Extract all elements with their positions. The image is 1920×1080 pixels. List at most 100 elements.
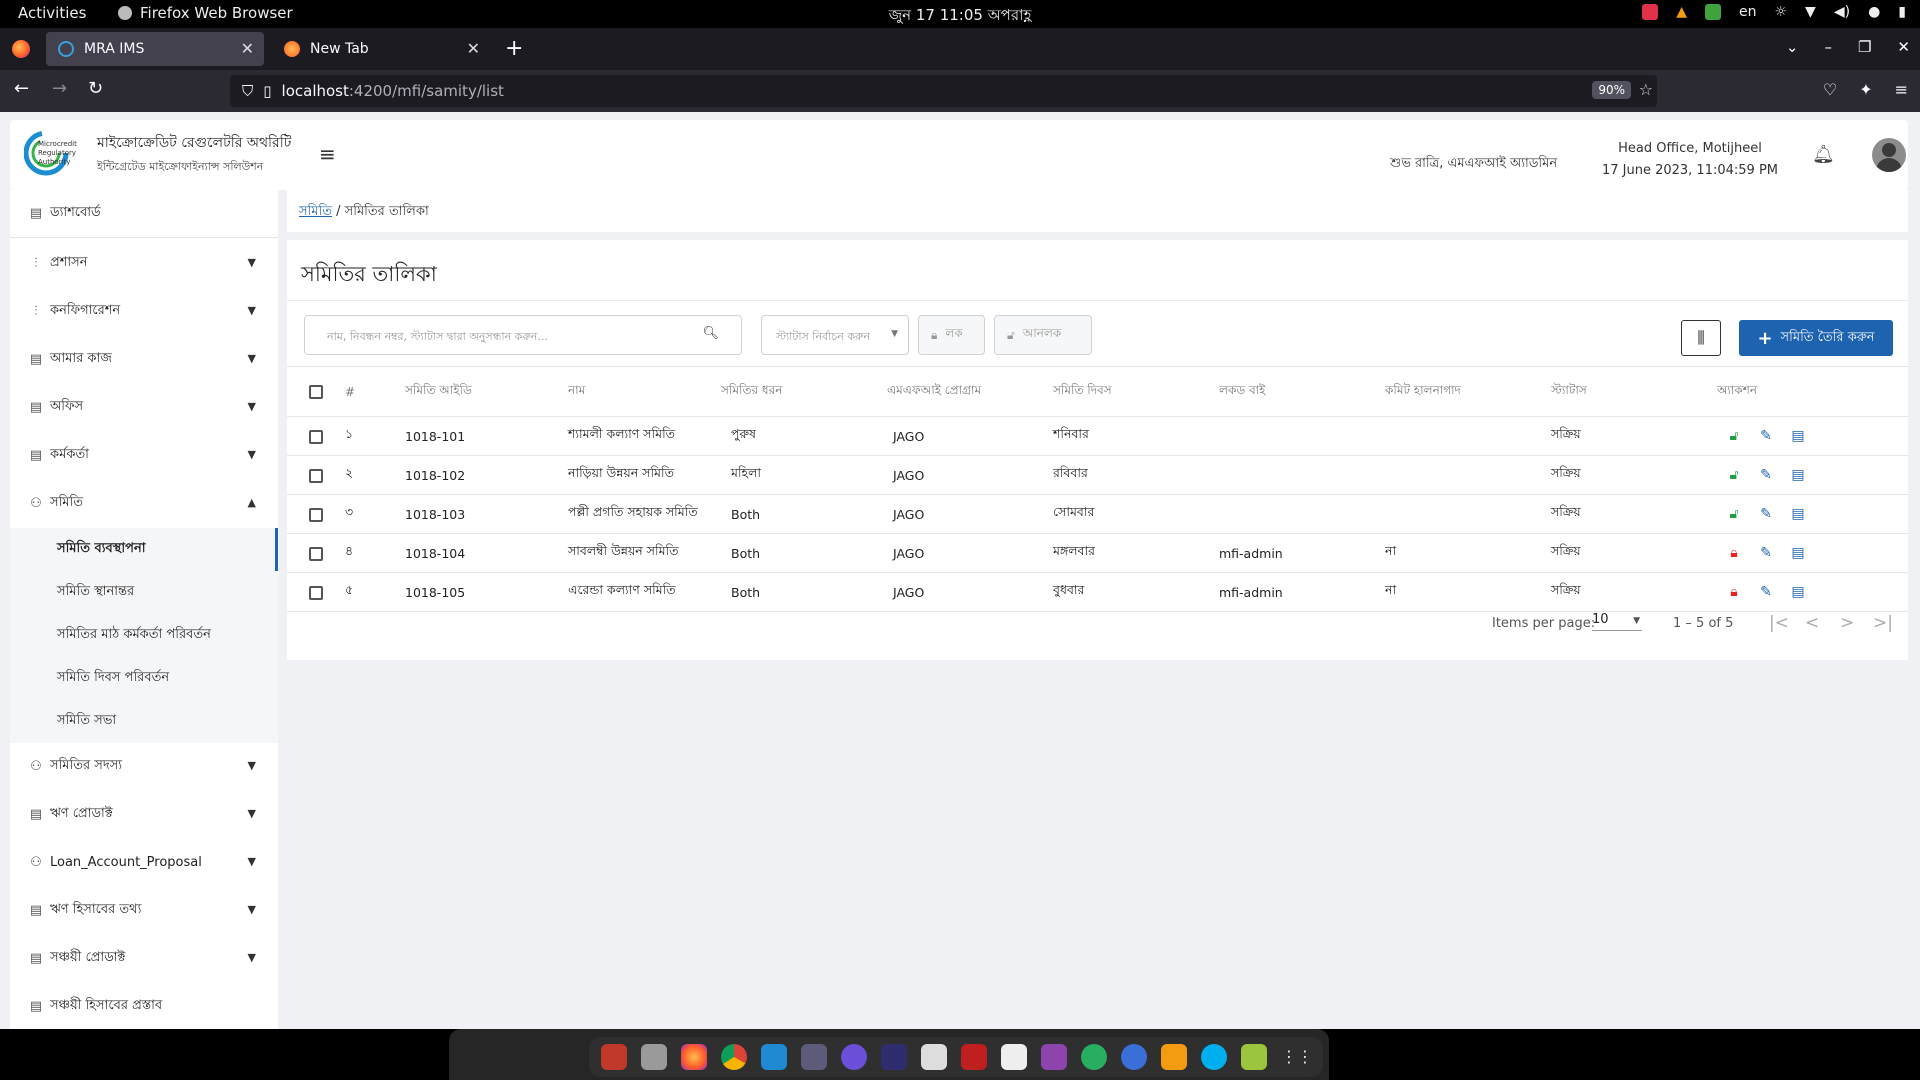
shield-icon[interactable]: ⛉ — [242, 82, 253, 100]
app-icon[interactable] — [1081, 1044, 1107, 1070]
text-editor-icon[interactable] — [1001, 1044, 1027, 1070]
app-icon[interactable] — [601, 1044, 627, 1070]
details-icon[interactable]: ▤ — [1787, 428, 1809, 444]
next-page-icon[interactable]: > — [1840, 613, 1854, 633]
details-icon[interactable]: ▤ — [1787, 467, 1809, 483]
activities-button[interactable]: Activities — [18, 4, 86, 22]
sidebar-item-samity-members[interactable]: ⚇ সমিতির সদস্য ▼ — [10, 743, 278, 791]
sidebar-item-configuration[interactable]: ⫶ কনফিগারেশন ▼ — [10, 288, 278, 336]
app-menu[interactable]: Firefox Web Browser — [118, 4, 293, 22]
app-icon[interactable] — [881, 1044, 907, 1070]
app-icon[interactable] — [801, 1044, 827, 1070]
volume-icon[interactable]: ◀) — [1834, 4, 1850, 20]
sidebar-subitem-samity-day-change[interactable]: সমিতি দিবস পরিবর্তন — [10, 657, 278, 700]
row-checkbox[interactable] — [309, 546, 323, 561]
firefox-menu-icon[interactable] — [12, 40, 30, 58]
edit-icon[interactable]: ✎ — [1755, 545, 1777, 561]
search-icon[interactable]: 🔍︎ — [702, 326, 719, 341]
edit-icon[interactable]: ✎ — [1755, 584, 1777, 600]
vlc-tray-icon[interactable]: ▲ — [1676, 4, 1687, 20]
table-row[interactable]: ৩ 1018-103 পল্লী প্রগতি সহায়ক সমিতি Both JA… — [287, 494, 1908, 534]
sidebar-item-administration[interactable]: ⫶ প্রশাসন ▼ — [10, 240, 278, 288]
col-header-samity-day[interactable]: সমিতি দিবস — [1053, 366, 1219, 417]
show-apps-icon[interactable]: ⋮⋮ — [1281, 1044, 1313, 1070]
lock-icon[interactable]: 🔒︎ — [1723, 545, 1745, 561]
table-row[interactable]: ২ 1018-102 নাড়িয়া উন্নয়ন সমিতি মহিলা JAGO… — [287, 455, 1908, 495]
column-settings-button[interactable]: ⫼ — [1681, 320, 1721, 356]
sidebar-subitem-field-officer-change[interactable]: সমিতির মাঠ কর্মকর্তা পরিবর্তন — [10, 614, 278, 657]
close-tab-icon[interactable]: ✕ — [241, 39, 254, 58]
minimize-icon[interactable]: – — [1824, 38, 1832, 56]
wifi-icon[interactable]: ▼ — [1805, 4, 1816, 20]
table-row[interactable]: ১ 1018-101 শ্যামলী কল্যাণ সমিতি পুরুষ JAGO শন… — [287, 416, 1908, 456]
files-icon[interactable] — [641, 1044, 667, 1070]
vscode-icon[interactable] — [761, 1044, 787, 1070]
sidebar-item-loan-account-info[interactable]: ▤ ঋণ হিসাবের তথ্য ▼ — [10, 887, 278, 935]
pocket-icon[interactable]: ♡ — [1823, 80, 1837, 99]
row-checkbox[interactable] — [309, 507, 323, 522]
menu-toggle-icon[interactable]: ≡ — [319, 142, 336, 166]
page-size-select[interactable]: 10 ▼ — [1592, 612, 1642, 631]
mic-icon[interactable]: ● — [1868, 4, 1880, 20]
new-tab-button[interactable]: + — [505, 36, 523, 61]
restore-icon[interactable]: ❐ — [1858, 38, 1871, 56]
forward-icon[interactable]: → — [52, 78, 67, 99]
reload-icon[interactable]: ↻ — [88, 78, 103, 99]
address-bar[interactable]: ⛉ ▯ localhost:4200/mfi/samity/list 90% ☆ — [230, 75, 1657, 107]
language-indicator[interactable]: en — [1739, 4, 1757, 20]
vlc-icon[interactable] — [1161, 1044, 1187, 1070]
sidebar-item-samity[interactable]: ⚇ সমিতি ▲ — [10, 480, 278, 528]
unlock-icon[interactable]: 🔓︎ — [1723, 467, 1745, 483]
col-header-mfi-program[interactable]: এমএফআই প্রোগ্রাম — [887, 366, 1053, 417]
record-icon[interactable] — [1642, 4, 1659, 20]
sidebar-subitem-samity-transfer[interactable]: সমিতি স্থানান্তর — [10, 571, 278, 614]
col-header-commit[interactable]: কমিট হালনাগাদ — [1385, 366, 1551, 417]
edit-icon[interactable]: ✎ — [1755, 467, 1777, 483]
bookmark-star-icon[interactable]: ☆ — [1639, 80, 1653, 99]
col-header-name[interactable]: নাম — [568, 366, 721, 417]
search-input[interactable]: নাম, নিবন্ধন নম্বর, স্ট্যাটাস দ্বারা অনু… — [304, 315, 742, 355]
app-icon[interactable] — [1041, 1044, 1067, 1070]
zoom-indicator[interactable]: 90% — [1592, 81, 1631, 99]
update-icon[interactable] — [1704, 4, 1721, 20]
row-checkbox[interactable] — [309, 468, 323, 483]
sidebar-item-my-work[interactable]: ▤ আমার কাজ ▼ — [10, 336, 278, 384]
row-checkbox[interactable] — [309, 585, 323, 600]
first-page-icon[interactable]: |< — [1769, 613, 1789, 633]
row-checkbox[interactable] — [309, 429, 323, 444]
breadcrumb-link-samity[interactable]: সমিতি — [299, 204, 332, 219]
sidebar-item-officer[interactable]: ▤ কর্মকর্তা ▼ — [10, 432, 278, 480]
unlock-icon[interactable]: 🔓︎ — [1723, 506, 1745, 522]
col-header-locked-by[interactable]: লকড বাই — [1219, 366, 1385, 417]
select-all-checkbox[interactable] — [309, 384, 323, 399]
create-samity-button[interactable]: + সমিতি তৈরি করুন — [1739, 320, 1893, 356]
lock-icon[interactable]: 🔒︎ — [1723, 584, 1745, 600]
skype-icon[interactable] — [1201, 1044, 1227, 1070]
page-info-icon[interactable]: ▯ — [263, 82, 271, 100]
table-row[interactable]: ৪ 1018-104 সাবলম্বী উন্নয়ন সমিতি Both JAGO ম… — [287, 533, 1908, 573]
notification-bell-icon[interactable]: 🔔︎ — [1812, 144, 1835, 165]
app-menu-icon[interactable]: ≡ — [1895, 80, 1908, 99]
sidebar-item-dashboard[interactable]: ▤ ড্যাশবোর্ড — [10, 190, 278, 238]
previous-page-icon[interactable]: < — [1805, 613, 1819, 633]
lock-button[interactable]: 🔒︎ লক — [918, 315, 985, 355]
list-tabs-icon[interactable]: ⌄ — [1786, 38, 1799, 56]
system-tray[interactable]: ▲ en ☼ ▼ ◀) ● ▮ — [1642, 4, 1906, 20]
col-header-samity-type[interactable]: সমিতির ধরন — [721, 366, 887, 417]
sidebar-item-savings-product[interactable]: ▤ সঞ্চয়ী প্রোডাক্ট ▼ — [10, 935, 278, 983]
filezilla-icon[interactable] — [961, 1044, 987, 1070]
status-select[interactable]: স্ট্যাটাস নির্বাচন করুন ▼ — [761, 315, 909, 355]
brightness-icon[interactable]: ☼ — [1774, 4, 1787, 20]
user-avatar[interactable] — [1872, 138, 1906, 172]
app-icon[interactable] — [1121, 1044, 1147, 1070]
sidebar-subitem-samity-management[interactable]: সমিতি ব্যবস্থাপনা — [10, 528, 278, 571]
sidebar-item-loan-product[interactable]: ▤ ঋণ প্রোডাক্ট ▼ — [10, 791, 278, 839]
unlock-icon[interactable]: 🔓︎ — [1723, 428, 1745, 444]
firefox-icon[interactable] — [681, 1044, 707, 1070]
app-icon[interactable] — [841, 1044, 867, 1070]
unlock-button[interactable]: 🔓︎ আনলক — [994, 315, 1092, 355]
col-header-status[interactable]: স্ট্যাটাস — [1551, 366, 1717, 417]
tab-new-tab[interactable]: New Tab ✕ — [272, 32, 490, 66]
details-icon[interactable]: ▤ — [1787, 545, 1809, 561]
extensions-icon[interactable]: ✦ — [1859, 80, 1872, 99]
